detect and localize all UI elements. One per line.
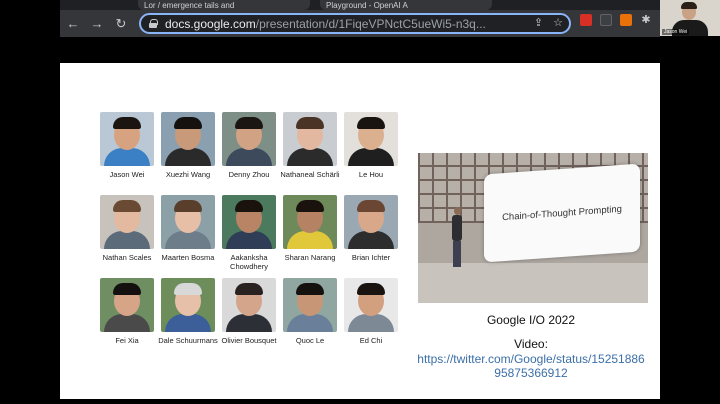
tab-label: Playground - OpenAI A <box>326 0 408 10</box>
person-photo <box>100 112 154 166</box>
extension-icon[interactable] <box>600 14 612 26</box>
person-photo <box>344 112 398 166</box>
presenter-name: Jason Wei <box>662 29 690 35</box>
screen-text: Chain-of-Thought Prompting <box>502 203 622 223</box>
stage-screen: Chain-of-Thought Prompting <box>484 163 640 263</box>
video-link[interactable]: https://twitter.com/Google/status/152518… <box>416 352 646 380</box>
person-photo <box>222 112 276 166</box>
person-name: Xuezhi Wang <box>165 170 211 179</box>
person-name: Aakanksha Chowdhery <box>230 253 268 271</box>
forward-arrow-icon[interactable]: → <box>86 13 108 35</box>
person-name: Brian Ichter <box>351 253 391 262</box>
person-photo <box>222 195 276 249</box>
speaker-figure <box>452 207 462 269</box>
person-photo <box>222 278 276 332</box>
puzzle-icon[interactable]: ✱ <box>640 14 652 26</box>
browser-tab[interactable]: Lor / emergence tails and <box>138 0 310 10</box>
screen: Lor / emergence tails and Playground - O… <box>0 0 720 404</box>
presenter-hair <box>681 2 697 9</box>
person-name: Ed Chi <box>359 336 383 345</box>
person-name: Le Hou <box>358 170 384 179</box>
reload-icon[interactable]: ↻ <box>110 13 132 35</box>
stage-floor <box>418 263 648 303</box>
person-name: Denny Zhou <box>228 170 270 179</box>
person-card: Sharan Narang <box>279 195 341 262</box>
address-bar[interactable]: docs.google.com/presentation/d/1FiqeVPNc… <box>139 13 571 34</box>
person-name: Nathaneal Schärli <box>280 170 340 179</box>
person-card: Xuezhi Wang <box>157 112 219 179</box>
video-label: Video: <box>514 337 548 351</box>
person-card: Aakanksha Chowdhery <box>218 195 280 271</box>
person-photo <box>283 195 337 249</box>
extensions-area: ✱ ▯ <box>580 14 672 26</box>
person-photo <box>100 278 154 332</box>
presentation-slide: Jason Wei Xuezhi Wang Denny Zhou Nathaneal … <box>60 63 660 399</box>
person-photo <box>344 195 398 249</box>
browser-tab[interactable]: Playground - OpenAI A <box>320 0 492 10</box>
person-photo <box>161 195 215 249</box>
person-card: Brian Ichter <box>340 195 402 262</box>
video-caption: Google I/O 2022 <box>486 313 576 327</box>
presenter-video: Jason Wei <box>660 0 720 36</box>
person-photo <box>161 278 215 332</box>
person-photo <box>100 195 154 249</box>
extension-icon[interactable] <box>620 14 632 26</box>
url-path: /presentation/d/1FiqeVPNctC5ueWi5-n3q... <box>255 16 486 31</box>
person-name: Maarten Bosma <box>161 253 215 262</box>
person-photo <box>344 278 398 332</box>
person-card: Nathaneal Schärli <box>279 112 341 179</box>
person-card: Dale Schuurmans <box>157 278 219 345</box>
person-photo <box>161 112 215 166</box>
url-host: docs.google.com <box>165 16 256 31</box>
person-card: Maarten Bosma <box>157 195 219 262</box>
lock-icon[interactable] <box>149 19 158 28</box>
share-icon[interactable]: ⇪ <box>534 16 543 29</box>
person-name: Dale Schuurmans <box>158 336 218 345</box>
person-card: Fei Xia <box>96 278 158 345</box>
person-name: Sharan Narang <box>284 253 336 262</box>
person-name: Jason Wei <box>109 170 145 179</box>
video-thumbnail[interactable]: Chain-of-Thought Prompting <box>418 153 648 303</box>
back-arrow-icon[interactable]: ← <box>62 13 84 35</box>
person-card: Le Hou <box>340 112 402 179</box>
person-photo <box>283 112 337 166</box>
person-card: Quoc Le <box>279 278 341 345</box>
person-card: Olivier Bousquet <box>218 278 280 345</box>
person-card: Jason Wei <box>96 112 158 179</box>
person-name: Olivier Bousquet <box>221 336 277 345</box>
person-name: Quoc Le <box>295 336 325 345</box>
star-icon[interactable]: ☆ <box>553 16 563 29</box>
person-name: Nathan Scales <box>102 253 152 262</box>
person-name: Fei Xia <box>115 336 139 345</box>
extension-icon[interactable] <box>580 14 592 26</box>
tab-strip: Lor / emergence tails and Playground - O… <box>60 0 660 10</box>
person-card: Denny Zhou <box>218 112 280 179</box>
person-photo <box>283 278 337 332</box>
person-card: Ed Chi <box>340 278 402 345</box>
browser-toolbar: ← → ↻ docs.google.com/presentation/d/1Fi… <box>60 10 685 37</box>
tab-label: Lor / emergence tails and <box>144 0 235 10</box>
person-card: Nathan Scales <box>96 195 158 262</box>
